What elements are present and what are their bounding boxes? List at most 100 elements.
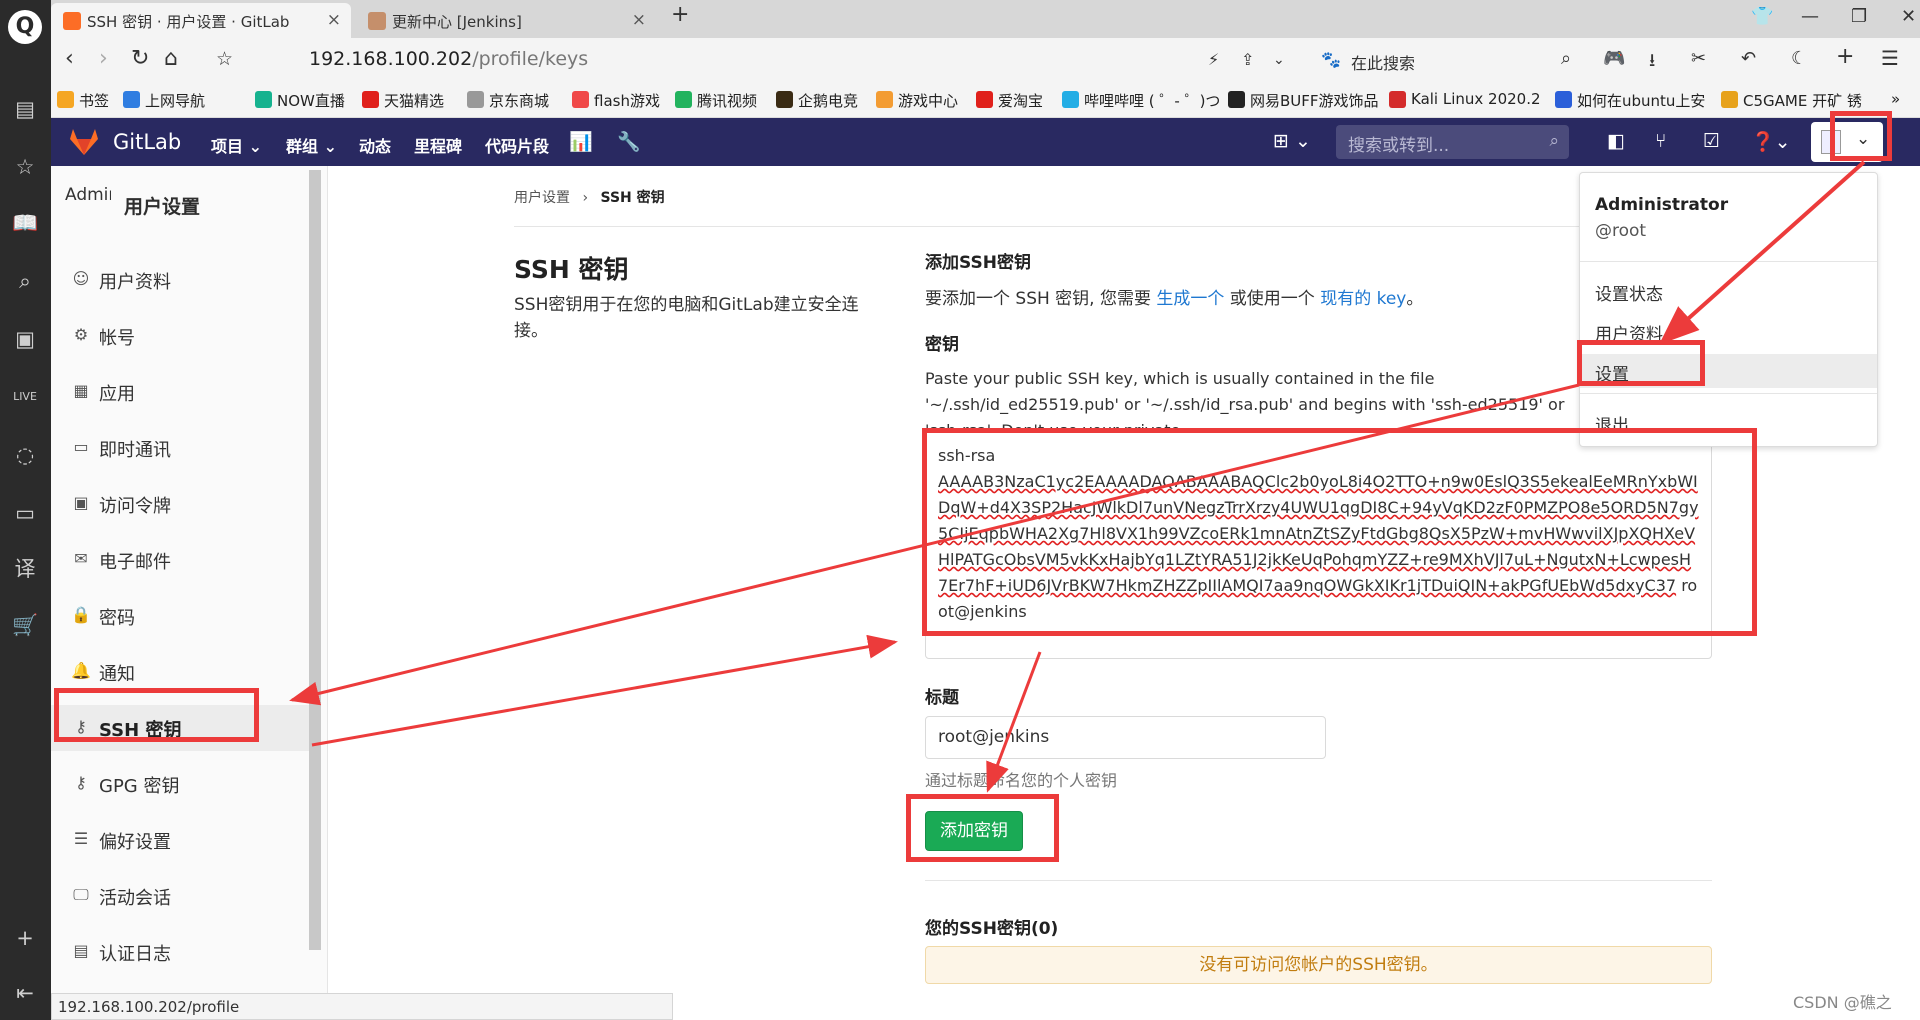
sidebar-item[interactable]: ⚷ GPG 密钥 [51, 761, 309, 807]
divider [514, 226, 1714, 227]
bookmark-item[interactable]: NOW直播 [255, 90, 345, 111]
chevron-down-icon[interactable]: ⌄ [1273, 52, 1285, 68]
browser-logo-icon[interactable]: Q [8, 10, 42, 44]
nav-milestones[interactable]: 里程碑 [414, 133, 462, 157]
flash-icon[interactable]: ⚡ [1208, 50, 1219, 69]
scissors-icon[interactable]: ✂ [1691, 48, 1706, 69]
undo-icon[interactable]: ↶ [1741, 48, 1756, 69]
sidebar-item[interactable]: ▣ 访问令牌 [51, 481, 309, 527]
sidebar-item[interactable]: ☺ 用户资料 [51, 257, 309, 303]
sidebar-item[interactable]: ▤ 认证日志 [51, 929, 309, 975]
add-icon[interactable]: + [1836, 44, 1854, 69]
arrow-ssh-to-textarea [311, 634, 898, 747]
nav-projects[interactable]: 项目 ⌄ [211, 133, 262, 157]
bookmarks-overflow-icon[interactable]: » [1891, 90, 1900, 108]
breadcrumb-ssh-keys[interactable]: SSH 密钥 [601, 190, 665, 206]
nav-snippets[interactable]: 代码片段 [485, 133, 549, 157]
close-tab-icon[interactable]: × [632, 10, 646, 30]
browser-search-input[interactable]: 在此搜索 [1351, 50, 1415, 74]
paw-search-engine-icon[interactable]: 🐾 [1321, 50, 1341, 69]
bookmark-item[interactable]: 网易BUFF游戏饰品 [1228, 90, 1379, 111]
close-window-button[interactable]: ✕ [1901, 6, 1916, 27]
reload-icon[interactable]: ↻ [131, 46, 149, 71]
bookmark-folder[interactable]: 书签 [57, 90, 109, 111]
chart-icon[interactable]: 📊 [569, 130, 593, 153]
sidebar-item[interactable]: ▭ 即时通讯 [51, 425, 309, 471]
menu-item-set-status[interactable]: 设置状态 [1580, 274, 1877, 308]
video-icon[interactable]: ▣ [12, 326, 38, 352]
bookmark-item[interactable]: flash游戏 [572, 90, 660, 111]
share-icon[interactable]: ⇪ [1241, 50, 1254, 69]
night-mode-icon[interactable]: ☾ [1791, 48, 1807, 69]
search-icon[interactable]: ⌕ [1561, 48, 1571, 69]
live-icon[interactable]: LIVE [12, 384, 38, 410]
nav-activity[interactable]: 动态 [359, 133, 391, 157]
sidebar-item[interactable]: ▦ 应用 [51, 369, 309, 415]
gitlab-brand[interactable]: GitLab [113, 130, 181, 154]
page-title: SSH 密钥 [514, 255, 629, 284]
shirt-skin-icon[interactable]: 👕 [1751, 6, 1773, 27]
sidebar-title[interactable]: 用户设置 [124, 192, 200, 219]
close-tab-icon[interactable]: × [327, 10, 341, 30]
add-icon[interactable]: + [12, 925, 38, 951]
translate-icon[interactable]: 译 [12, 556, 38, 582]
bookmark-item[interactable]: 腾讯视频 [675, 90, 757, 111]
gitlab-favicon-icon [63, 12, 81, 30]
gitlab-search-input[interactable]: 搜索或转到... ⌕ [1336, 125, 1569, 159]
new-plus-icon[interactable]: ⊞ ⌄ [1273, 130, 1311, 152]
bookmark-item[interactable]: 企鹅电竞 [776, 90, 858, 111]
sidebar-item[interactable]: 🔒 密码 [51, 593, 309, 639]
sidebar-item[interactable]: ⚙ 帐号 [51, 313, 309, 359]
reader-icon[interactable]: ▤ [12, 96, 38, 122]
download-icon[interactable]: ⭳ [1649, 48, 1655, 78]
sidebar-item[interactable]: ✉ 电子邮件 [51, 537, 309, 583]
add-ssh-key-heading: 添加SSH密钥 [925, 253, 1031, 273]
nav-groups[interactable]: 群组 ⌄ [286, 133, 337, 157]
cart-icon[interactable]: 🛒 [12, 612, 38, 638]
sidebar-item[interactable]: 🖵 活动会话 [51, 873, 309, 919]
bookmark-item[interactable]: 天猫精选 [362, 90, 444, 111]
admin-wrench-icon[interactable]: 🔧 [617, 130, 641, 153]
chat-bubble-icon[interactable]: ◌ [12, 442, 38, 468]
search-icon[interactable]: ⌕ [12, 268, 38, 294]
bookmark-item[interactable]: 上网导航 [123, 90, 205, 111]
sidebar-scrollbar[interactable] [309, 170, 321, 950]
bookmark-item[interactable]: 哔哩哔哩 ( ゜- ゜)つ [1062, 90, 1220, 111]
back-icon[interactable]: ‹ [65, 46, 74, 71]
url-field[interactable]: 192.168.100.202/profile/keys [309, 48, 588, 70]
new-tab-button[interactable]: + [671, 2, 689, 27]
book-icon[interactable]: 📖 [12, 210, 38, 236]
briefcase-icon[interactable]: ▭ [12, 500, 38, 526]
tab-gitlab-ssh[interactable]: SSH 密钥 · 用户设置 · GitLab × [51, 3, 351, 38]
bookmark-item[interactable]: C5GAME 开矿 锈 [1721, 90, 1862, 111]
tab-jenkins-update[interactable]: 更新中心 [Jenkins] × [356, 3, 656, 38]
avatar[interactable]: Admin [65, 184, 111, 230]
home-icon[interactable]: ⌂ [164, 46, 178, 71]
bookmark-star-icon[interactable]: ☆ [216, 48, 233, 70]
forward-icon[interactable]: › [99, 46, 108, 71]
menu-icon[interactable]: ☰ [1881, 46, 1899, 70]
bookmark-item[interactable]: 京东商城 [467, 90, 549, 111]
bookmark-item[interactable]: 如何在ubuntu上安 [1555, 90, 1705, 111]
chevron-right-icon: › [582, 190, 589, 206]
bookmark-item[interactable]: Kali Linux 2020.2 [1389, 90, 1541, 108]
bookmark-item[interactable]: 游戏中心 [876, 90, 958, 111]
collapse-rail-icon[interactable]: ⇤ [12, 980, 38, 1006]
gamepad-icon[interactable]: 🎮 [1603, 48, 1625, 69]
breadcrumb-user-settings[interactable]: 用户设置 [514, 190, 570, 206]
merge-request-icon[interactable]: ⑂ [1655, 130, 1666, 152]
bookmark-item[interactable]: 爱淘宝 [976, 90, 1043, 111]
gitlab-logo-icon[interactable] [69, 128, 99, 156]
favorites-star-icon[interactable]: ☆ [12, 154, 38, 180]
todo-check-icon[interactable]: ☑ [1703, 130, 1720, 152]
restore-button[interactable]: ❐ [1851, 6, 1867, 27]
minimize-button[interactable]: — [1801, 6, 1819, 27]
bookmarks-bar: 书签 上网导航 NOW直播 天猫精选 京东商城 flash游戏 腾讯视频 企鹅电… [51, 81, 1920, 118]
existing-key-link[interactable]: 现有的 key [1320, 289, 1406, 309]
key-title-input[interactable]: root@jenkins [925, 716, 1326, 759]
mail-icon: ✉ [74, 549, 88, 568]
help-icon[interactable]: ❓⌄ [1751, 130, 1791, 153]
sidebar-item[interactable]: ☰ 偏好设置 [51, 817, 309, 863]
generate-key-link[interactable]: 生成一个 [1156, 289, 1224, 309]
issues-icon[interactable]: ◧ [1607, 130, 1625, 152]
